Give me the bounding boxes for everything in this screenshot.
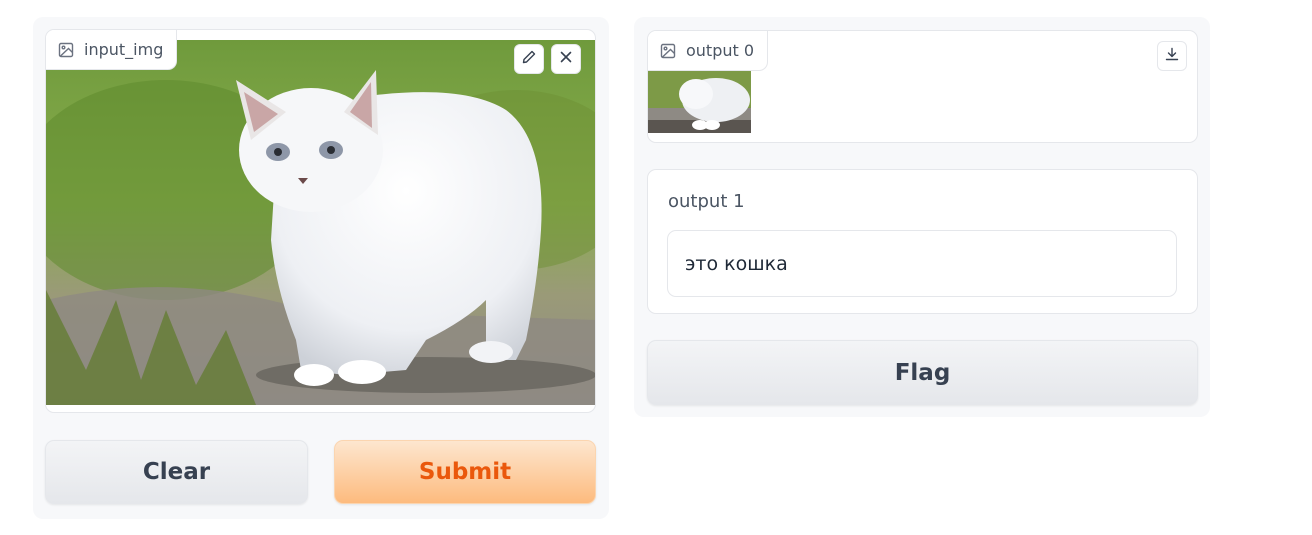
download-icon (1164, 46, 1180, 66)
clear-button[interactable]: Clear (45, 440, 308, 504)
output-0-image-thumbnail (648, 70, 751, 133)
output-0-card: output 0 (647, 30, 1198, 143)
download-button[interactable] (1157, 41, 1187, 71)
output-panel: output 0 output 1 это кошка Flag (634, 17, 1210, 417)
image-icon (58, 42, 74, 58)
submit-button[interactable]: Submit (334, 440, 596, 504)
clear-image-button[interactable] (551, 44, 581, 74)
input-image-preview (46, 40, 595, 405)
input-panel: input_img Clear Submit (33, 17, 609, 519)
input-image-label-text: input_img (84, 40, 164, 59)
output-1-textbox[interactable]: это кошка (667, 230, 1177, 297)
input-image-label: input_img (46, 30, 178, 70)
close-icon (558, 49, 574, 69)
input-image-card[interactable]: input_img (45, 29, 596, 413)
flag-button[interactable]: Flag (647, 340, 1198, 405)
output-0-label-text: output 0 (686, 41, 755, 60)
output-1-label: output 1 (668, 191, 745, 212)
image-icon (660, 43, 676, 59)
edit-button[interactable] (514, 44, 544, 74)
output-1-card: output 1 это кошка (647, 169, 1198, 314)
output-0-label: output 0 (648, 31, 769, 71)
pencil-icon (521, 49, 537, 69)
